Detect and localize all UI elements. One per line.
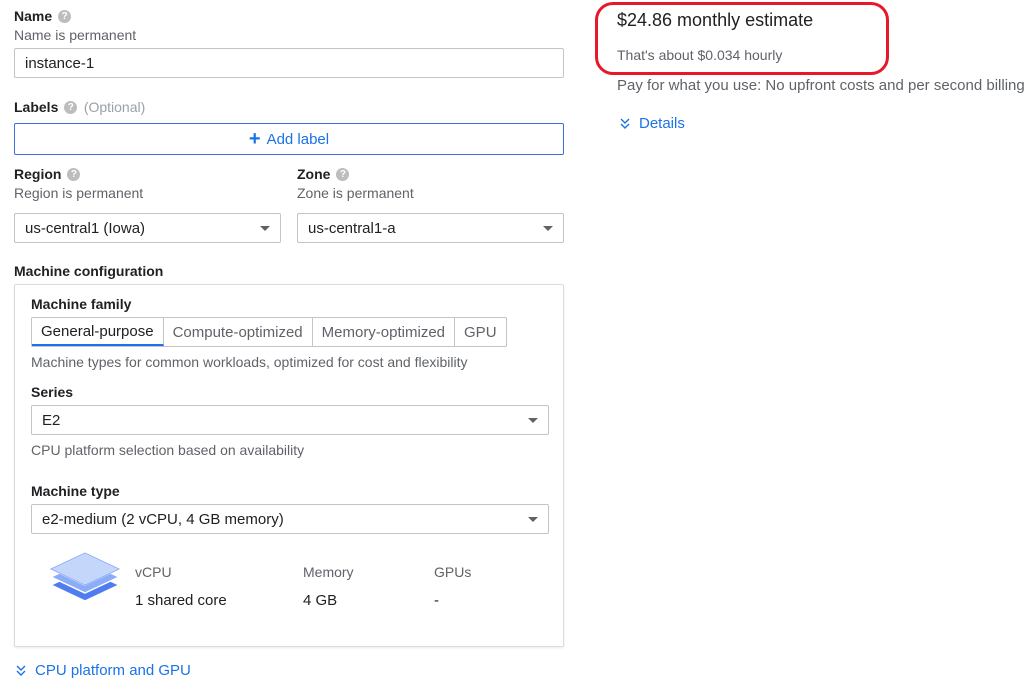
series-label: Series	[31, 384, 74, 400]
machine-type-value: e2-medium (2 vCPU, 4 GB memory)	[42, 510, 284, 528]
gpus-header: GPUs	[434, 564, 472, 580]
plus-icon: +	[248, 128, 261, 150]
caret-down-icon	[543, 225, 553, 231]
name-header: Name?	[14, 8, 72, 26]
machine-config-label: Machine configuration	[14, 263, 164, 279]
name-label: Name	[14, 8, 53, 24]
machine-type-select[interactable]: e2-medium (2 vCPU, 4 GB memory)	[31, 504, 549, 534]
region-select[interactable]: us-central1 (Iowa)	[14, 213, 281, 243]
chevron-double-down-icon	[620, 118, 630, 129]
machine-family-tabs: General-purpose Compute-optimized Memory…	[31, 317, 507, 347]
machine-config-card: Machine family General-purpose Compute-o…	[14, 284, 564, 647]
memory-value: 4 GB	[303, 592, 338, 609]
name-input-value: instance-1	[25, 54, 95, 72]
details-link: Details	[639, 115, 685, 132]
name-input[interactable]: instance-1	[14, 48, 564, 78]
details-expander[interactable]: Details	[620, 115, 685, 132]
help-icon[interactable]: ?	[336, 168, 350, 182]
help-icon[interactable]: ?	[58, 10, 72, 24]
memory-header: Memory	[303, 564, 354, 580]
hourly-estimate: That's about $0.034 hourly	[617, 47, 783, 63]
optional-tag: (Optional)	[83, 99, 146, 115]
layers-icon	[49, 552, 121, 602]
monthly-estimate: $24.86 monthly estimate	[617, 10, 814, 30]
zone-sublabel: Zone is permanent	[297, 185, 414, 201]
region-sublabel: Region is permanent	[14, 185, 144, 201]
machine-family-label: Machine family	[31, 296, 132, 312]
labels-header: Labels? (Optional)	[14, 99, 145, 117]
series-select[interactable]: E2	[31, 405, 549, 435]
vcpu-header: vCPU	[135, 564, 172, 580]
tab-compute-optimized[interactable]: Compute-optimized	[164, 318, 313, 346]
machine-family-description: Machine types for common workloads, opti…	[31, 354, 468, 370]
zone-header: Zone?	[297, 166, 350, 184]
tab-general-purpose[interactable]: General-purpose	[32, 318, 164, 346]
help-icon[interactable]: ?	[64, 101, 78, 115]
caret-down-icon	[528, 417, 538, 423]
zone-value: us-central1-a	[308, 219, 396, 237]
vcpu-value: 1 shared core	[135, 592, 227, 609]
region-header: Region?	[14, 166, 81, 184]
gpus-value: -	[434, 592, 439, 609]
series-description: CPU platform selection based on availabi…	[31, 442, 305, 458]
add-label-button[interactable]: + Add label	[14, 123, 564, 155]
labels-label: Labels	[14, 99, 59, 115]
tab-memory-optimized[interactable]: Memory-optimized	[313, 318, 456, 346]
caret-down-icon	[260, 225, 270, 231]
caret-down-icon	[528, 516, 538, 522]
tab-gpu[interactable]: GPU	[455, 318, 506, 346]
cpu-platform-link: CPU platform and GPU	[35, 662, 191, 679]
cpu-platform-expander[interactable]: CPU platform and GPU	[16, 662, 191, 679]
zone-label: Zone	[297, 166, 331, 182]
name-sublabel: Name is permanent	[14, 27, 137, 43]
region-label: Region	[14, 166, 62, 182]
zone-select[interactable]: us-central1-a	[297, 213, 564, 243]
series-value: E2	[42, 411, 61, 429]
machine-type-label: Machine type	[31, 483, 120, 499]
billing-note: Pay for what you use: No upfront costs a…	[617, 77, 1025, 94]
help-icon[interactable]: ?	[67, 168, 81, 182]
add-label-text: Add label	[266, 130, 330, 148]
chevron-double-down-icon	[16, 665, 26, 676]
region-value: us-central1 (Iowa)	[25, 219, 146, 237]
